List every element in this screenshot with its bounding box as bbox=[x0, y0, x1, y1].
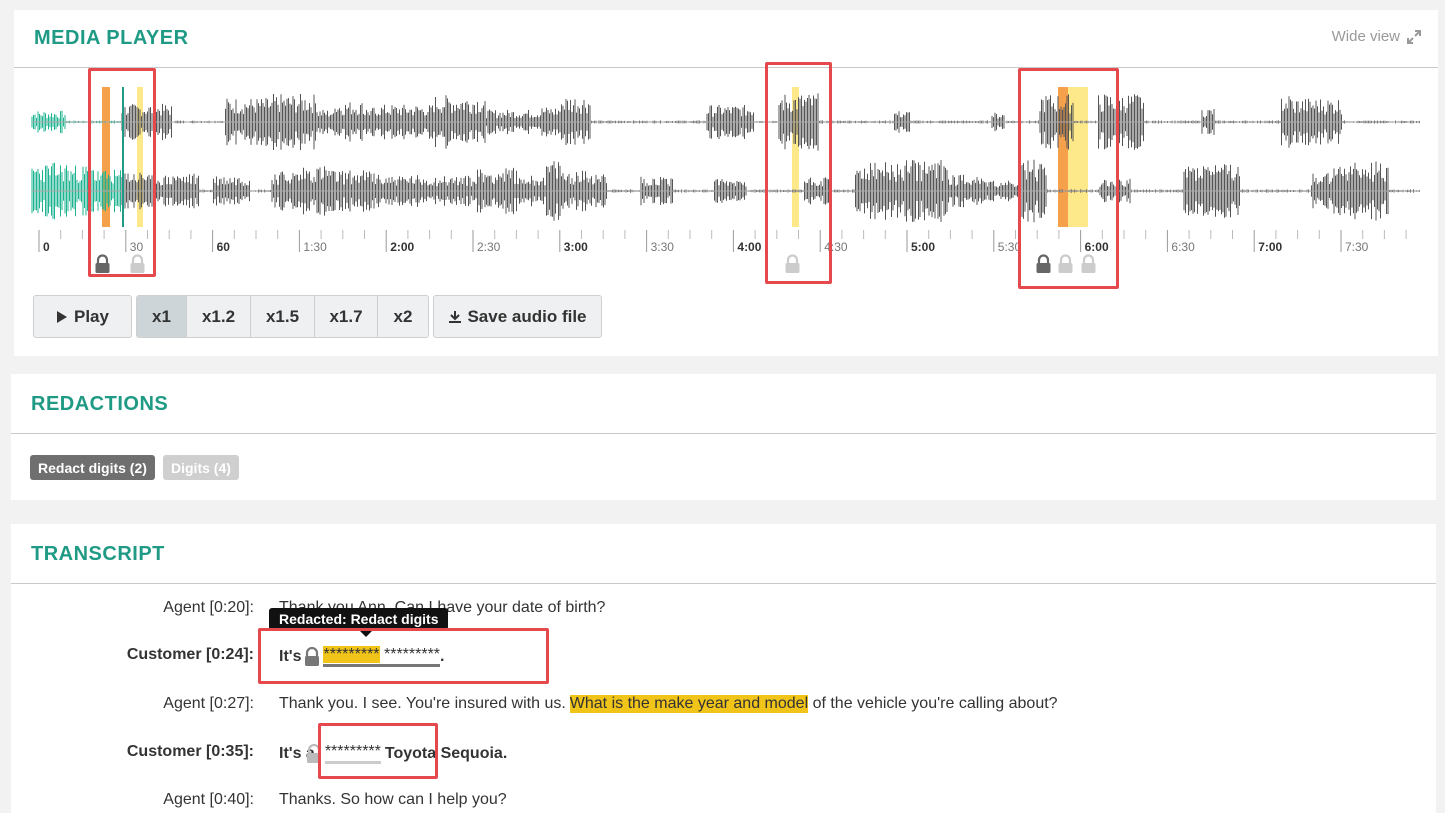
expand-icon bbox=[1407, 29, 1421, 44]
utterance-text: Thanks. So how can I help you? bbox=[279, 791, 507, 808]
speed-x1-5[interactable]: x1.5 bbox=[251, 296, 315, 337]
download-icon bbox=[449, 310, 462, 323]
annotation-box bbox=[318, 723, 438, 779]
speed-x1-7[interactable]: x1.7 bbox=[315, 296, 378, 337]
wide-view-label: Wide view bbox=[1331, 28, 1400, 45]
play-icon bbox=[57, 310, 67, 323]
tag-digits[interactable]: Digits (4) bbox=[163, 455, 239, 480]
timeline-tick-label: 4:00 bbox=[737, 240, 761, 254]
annotation-box bbox=[1018, 68, 1119, 289]
wide-view-toggle[interactable]: Wide view bbox=[1332, 28, 1422, 45]
audio-waveform[interactable]: 0 30 60 1:30 2:00 2:30 3:00 3:30 4:00 4:30 5:00 5:3… bbox=[14, 67, 1438, 287]
save-audio-button[interactable]: Save audio file bbox=[433, 295, 602, 338]
speaker-label: Agent [0:20]: bbox=[163, 599, 254, 616]
transcript-divider bbox=[11, 583, 1436, 584]
play-button[interactable]: Play bbox=[33, 295, 132, 338]
media-player-panel: MEDIA PLAYER Wide view 0 30 60 1:30 2:00 2:30… bbox=[14, 10, 1438, 356]
timeline-tick-label: 0 bbox=[43, 240, 50, 254]
redactions-title: REDACTIONS bbox=[31, 393, 169, 415]
speaker-label: Customer [0:24]: bbox=[126, 646, 254, 663]
timeline-tick-label: 2:00 bbox=[390, 240, 414, 254]
timeline-tick-label: 6:30 bbox=[1171, 240, 1195, 254]
annotation-box bbox=[765, 62, 832, 284]
timeline-tick-label: 60 bbox=[217, 240, 231, 254]
timeline-tick-label: 3:30 bbox=[651, 240, 675, 254]
transcript-title: TRANSCRIPT bbox=[31, 543, 165, 565]
redactions-divider bbox=[11, 433, 1436, 434]
speed-x2[interactable]: x2 bbox=[378, 296, 428, 337]
speaker-label: Customer [0:35]: bbox=[126, 743, 254, 760]
redactions-panel: REDACTIONS Redact digits (2) Digits (4) bbox=[11, 374, 1436, 500]
timeline-tick-label: 1:30 bbox=[303, 240, 327, 254]
annotation-box bbox=[88, 68, 156, 277]
speaker-label: Agent [0:27]: bbox=[163, 695, 254, 712]
utterance-text: Thank you. I see. You're insured with us… bbox=[279, 695, 1058, 713]
search-highlight: What is the make year and model bbox=[569, 695, 809, 713]
speed-x1-2[interactable]: x1.2 bbox=[187, 296, 251, 337]
speed-x1[interactable]: x1 bbox=[137, 296, 187, 337]
timeline-tick-label: 2:30 bbox=[477, 240, 501, 254]
speed-selector: x1 x1.2 x1.5 x1.7 x2 bbox=[136, 295, 429, 338]
timeline-tick-label: 5:00 bbox=[911, 240, 935, 254]
transcript-panel: TRANSCRIPT Agent [0:20]: Thank you Ann. … bbox=[11, 524, 1436, 813]
redaction-tooltip: Redacted: Redact digits bbox=[269, 608, 449, 637]
media-player-title: MEDIA PLAYER bbox=[34, 27, 189, 49]
tag-redact-digits[interactable]: Redact digits (2) bbox=[30, 455, 155, 480]
annotation-box bbox=[258, 628, 549, 684]
speaker-label: Agent [0:40]: bbox=[163, 791, 254, 808]
timeline-tick-label: 7:30 bbox=[1345, 240, 1369, 254]
timeline-tick-label: 7:00 bbox=[1258, 240, 1282, 254]
timeline-tick-label: 3:00 bbox=[564, 240, 588, 254]
timeline-axis: 0 30 60 1:30 2:00 2:30 3:00 3:30 4:00 4:30 5:00 5:3… bbox=[38, 230, 1407, 254]
